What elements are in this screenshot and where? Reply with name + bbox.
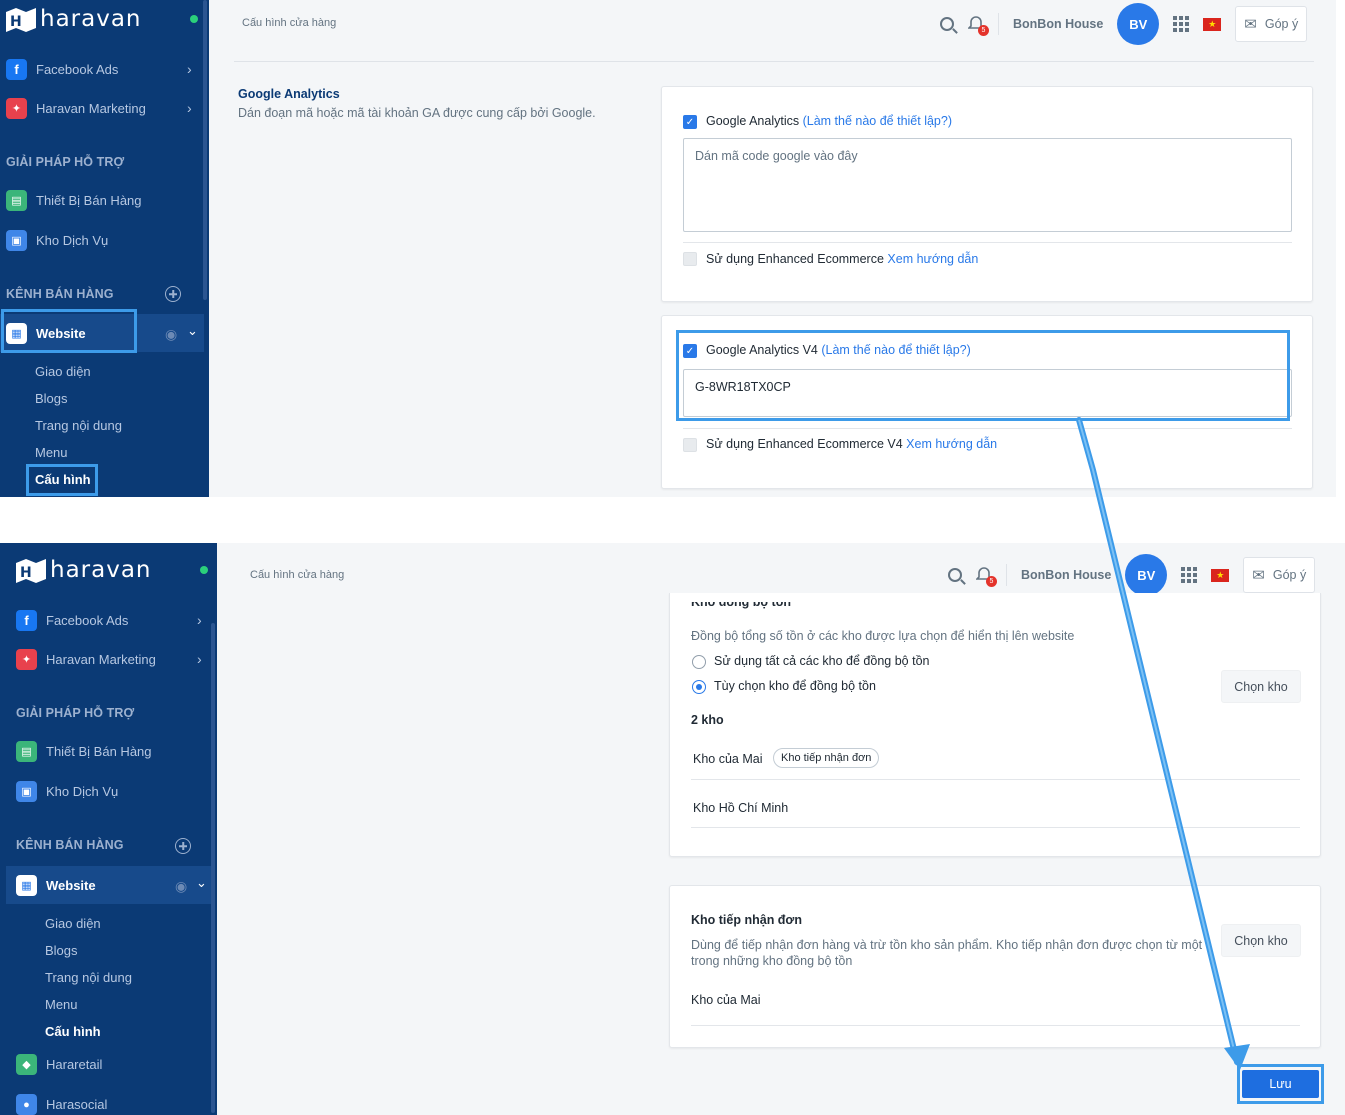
- annotation-arrow: [1076, 417, 1250, 1070]
